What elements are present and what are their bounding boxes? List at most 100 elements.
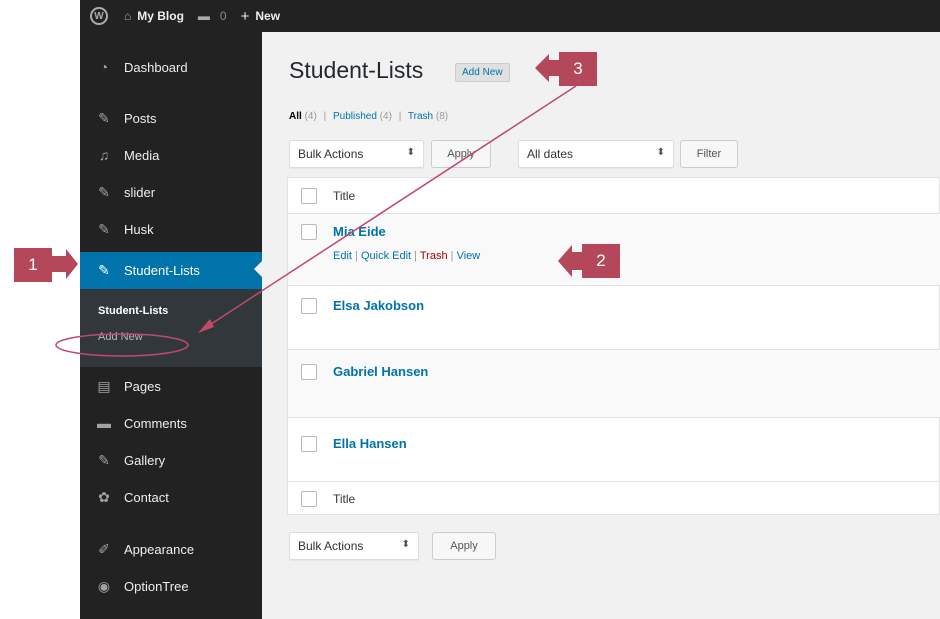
row-checkbox[interactable]	[301, 298, 317, 314]
filter-trash-link[interactable]: Trash	[408, 111, 433, 122]
main-content: Student-Lists Add New All (4) | Publishe…	[262, 32, 940, 619]
sidebar-item-label: Gallery	[124, 452, 166, 468]
submenu-item-student-lists[interactable]: Student-Lists	[98, 305, 168, 317]
filter-published-link[interactable]: Published	[333, 111, 377, 122]
table-header-row: Title	[288, 178, 940, 214]
sidebar-item-label: slider	[124, 184, 156, 200]
pushpin-icon: ✎	[98, 262, 110, 278]
media-icon: ♫	[98, 147, 110, 163]
bulk-actions-select[interactable]: Bulk Actions ⬍	[289, 140, 424, 168]
add-new-button[interactable]: Add New	[455, 63, 510, 82]
home-icon: ⌂	[124, 9, 132, 23]
sidebar-item-student-lists[interactable]: ✎ Student-Lists	[80, 252, 262, 289]
bulk-actions-value: Bulk Actions	[298, 147, 364, 161]
sidebar-item-slider[interactable]: ✎ slider	[80, 175, 262, 209]
callout-badge-1: 1	[14, 248, 52, 282]
row-title-link[interactable]: Gabriel Hansen	[333, 364, 428, 379]
row-title-link[interactable]: Ella Hansen	[333, 436, 407, 451]
select-arrows-icon: ⬍	[401, 539, 410, 550]
sidebar-item-label: Student-Lists	[124, 263, 200, 278]
sidebar-item-label: Husk	[124, 221, 154, 237]
separator: |	[398, 111, 402, 122]
optiontree-icon: ◉	[97, 577, 111, 594]
sidebar-item-label: Media	[124, 147, 160, 163]
apply-button-bottom[interactable]: Apply	[432, 532, 496, 560]
filter-button[interactable]: Filter	[680, 140, 738, 168]
posts-table: Title Mia Eide Edit | Quick Edit | Trash…	[287, 177, 940, 515]
column-footer-title[interactable]: Title	[333, 492, 355, 506]
callout-badge-3: 3	[559, 52, 597, 86]
row-actions: Edit | Quick Edit | Trash | View	[333, 250, 481, 262]
admin-bar: W ⌂ My Blog ▬ 0 + New	[80, 0, 940, 32]
row-checkbox[interactable]	[301, 436, 317, 452]
status-filter-links: All (4) | Published (4) | Trash (8)	[289, 111, 448, 122]
comment-icon: ▬	[97, 415, 111, 431]
filter-all-link[interactable]: All	[289, 111, 302, 122]
row-checkbox[interactable]	[301, 364, 317, 380]
new-label: New	[255, 9, 281, 23]
admin-sidebar: ◔ Dashboard ✎ Posts ♫ Media ✎ slider ✎ H…	[80, 32, 262, 619]
select-arrows-icon: ⬍	[406, 147, 415, 158]
bulk-actions-select-bottom[interactable]: Bulk Actions ⬍	[289, 532, 419, 560]
sidebar-item-husk[interactable]: ✎ Husk	[80, 212, 262, 246]
row-title-link[interactable]: Elsa Jakobson	[333, 298, 424, 313]
sidebar-item-comments[interactable]: ▬ Comments	[80, 406, 262, 440]
separator: |	[323, 111, 327, 122]
sidebar-item-gallery[interactable]: ✎ Gallery	[80, 443, 262, 477]
site-name: My Blog	[137, 9, 184, 23]
pushpin-icon: ✎	[98, 183, 110, 200]
row-checkbox[interactable]	[301, 224, 317, 240]
plus-icon: +	[240, 7, 250, 25]
table-row: Ella Hansen	[288, 418, 940, 482]
table-row: Gabriel Hansen	[288, 350, 940, 418]
sidebar-item-media[interactable]: ♫ Media	[80, 138, 262, 172]
wordpress-logo-icon[interactable]: W	[90, 7, 108, 25]
select-all-checkbox[interactable]	[301, 491, 317, 507]
apply-button-top[interactable]: Apply	[431, 140, 491, 168]
dates-filter-select[interactable]: All dates ⬍	[518, 140, 674, 168]
sidebar-item-dashboard[interactable]: ◔ Dashboard	[80, 50, 262, 84]
sidebar-item-label: Appearance	[124, 541, 195, 557]
site-name-link[interactable]: ⌂ My Blog	[124, 9, 184, 23]
column-header-title[interactable]: Title	[333, 189, 355, 203]
page-title: Student-Lists	[289, 57, 424, 83]
new-content-link[interactable]: + New	[241, 8, 280, 25]
brush-icon: ✐	[98, 540, 110, 557]
sidebar-item-label: Posts	[124, 110, 157, 126]
comment-bubble-icon: ▬	[197, 9, 210, 23]
trash-link[interactable]: Trash	[420, 250, 448, 262]
sidebar-item-optiontree[interactable]: ◉ OptionTree	[80, 569, 262, 603]
comments-count: 0	[219, 9, 227, 23]
quick-edit-link[interactable]: Quick Edit	[361, 250, 411, 262]
sidebar-item-pages[interactable]: ▤ Pages	[80, 369, 262, 403]
student-lists-submenu: Student-Lists Add New	[80, 289, 262, 367]
edit-link[interactable]: Edit	[333, 250, 352, 262]
callout-arrow-1	[52, 249, 78, 279]
sidebar-item-label: OptionTree	[124, 578, 189, 594]
filter-published-count: (4)	[379, 111, 392, 122]
pages-icon: ▤	[97, 377, 111, 394]
filter-all-count: (4)	[304, 111, 317, 122]
sidebar-item-appearance[interactable]: ✐ Appearance	[80, 532, 262, 566]
callout-badge-2: 2	[582, 244, 620, 278]
sidebar-item-contact[interactable]: ✿ Contact	[80, 480, 262, 514]
pushpin-icon: ✎	[98, 220, 110, 237]
table-footer-row: Title	[288, 482, 940, 515]
table-row: Elsa Jakobson	[288, 286, 940, 350]
view-link[interactable]: View	[457, 250, 481, 262]
select-all-checkbox[interactable]	[301, 188, 317, 204]
filter-trash-count: (8)	[435, 111, 449, 122]
comments-link[interactable]: ▬ 0	[198, 9, 227, 23]
pushpin-icon: ✎	[98, 109, 110, 126]
dates-filter-value: All dates	[527, 147, 574, 161]
sidebar-item-label: Comments	[124, 415, 187, 431]
sidebar-item-posts[interactable]: ✎ Posts	[80, 101, 262, 135]
select-arrows-icon: ⬍	[656, 147, 665, 158]
dashboard-icon: ◔	[99, 59, 109, 75]
submenu-item-add-new[interactable]: Add New	[98, 331, 143, 343]
pushpin-icon: ✎	[98, 451, 110, 468]
row-title-link[interactable]: Mia Eide	[333, 224, 386, 239]
gear-icon: ✿	[98, 488, 110, 505]
sidebar-item-label: Pages	[124, 378, 161, 394]
sidebar-item-label: Contact	[124, 489, 169, 505]
